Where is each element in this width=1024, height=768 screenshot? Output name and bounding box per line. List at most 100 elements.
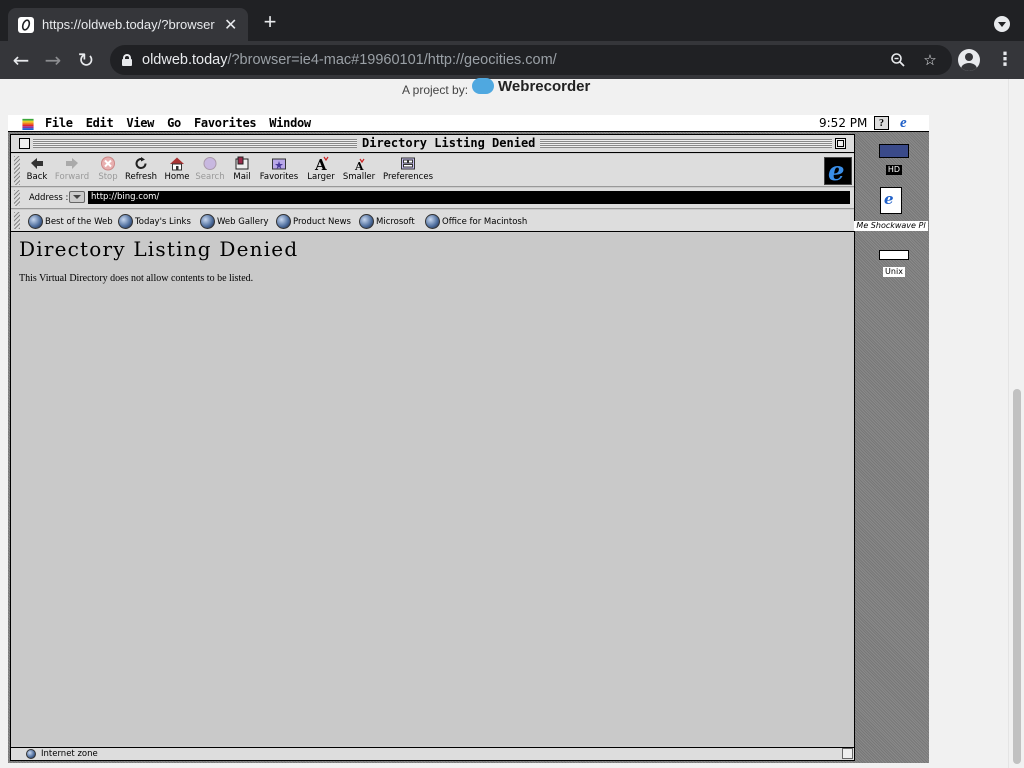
link-microsoft[interactable]: Microsoft <box>359 214 415 229</box>
window-resize-handle-icon[interactable] <box>842 748 853 759</box>
lock-icon[interactable] <box>122 54 132 66</box>
page-heading: Directory Listing Denied <box>19 237 299 261</box>
ie-stop-button[interactable]: Stop <box>97 156 119 182</box>
ie-smaller-button[interactable]: A Smaller <box>342 156 376 182</box>
application-menu-ie-icon[interactable]: e <box>900 116 916 131</box>
ie-preferences-button[interactable]: Preferences <box>381 156 435 182</box>
menu-file[interactable]: File <box>45 116 73 130</box>
url-host: oldweb.today <box>142 52 228 68</box>
bookmark-star-icon[interactable]: ☆ <box>922 52 938 68</box>
window-title: Directory Listing Denied <box>357 136 541 150</box>
address-grip[interactable] <box>14 190 20 206</box>
ie-browser-window: Directory Listing Denied Back Forward St… <box>10 134 855 761</box>
links-grip[interactable] <box>14 212 20 229</box>
link-product-news[interactable]: Product News <box>276 214 351 229</box>
url-text[interactable]: oldweb.today/?browser=ie4-mac#19960101/h… <box>142 52 557 68</box>
desktop-icon-label: HD <box>885 165 903 175</box>
desktop-icon-unix[interactable]: Unix <box>874 250 914 279</box>
forward-arrow-icon <box>66 158 78 169</box>
tab-search-icon[interactable] <box>994 16 1010 32</box>
desktop-icon-shockwave[interactable]: e Me Shockwave Pl <box>853 187 929 233</box>
reload-icon[interactable]: ↻ <box>73 47 99 73</box>
oldweb-favicon-icon <box>18 16 34 33</box>
url-path: /?browser=ie4-mac#19960101/http://geocit… <box>227 52 557 68</box>
profile-avatar-icon[interactable] <box>958 49 980 71</box>
ie-forward-button[interactable]: Forward <box>54 156 90 182</box>
ie-back-button[interactable]: Back <box>26 156 48 182</box>
menu-window[interactable]: Window <box>269 116 311 130</box>
browser-tab[interactable]: https://oldweb.today/?browser ✕ <box>8 8 248 41</box>
menu-edit[interactable]: Edit <box>86 116 114 130</box>
link-best-of-the-web[interactable]: Best of the Web <box>28 214 113 229</box>
home-label: Home <box>164 172 190 182</box>
window-zoom-box[interactable] <box>835 138 846 149</box>
mail-label: Mail <box>233 172 251 182</box>
page-scrollbar[interactable] <box>1008 79 1024 768</box>
ie-throbber-logo-icon[interactable]: e <box>824 157 852 187</box>
scrollbar-thumb[interactable] <box>1013 389 1021 764</box>
address-label: Address : <box>29 193 69 203</box>
toolbar-grip[interactable] <box>14 156 20 185</box>
link-todays-links[interactable]: Today's Links <box>118 214 191 229</box>
ie-button-bar: Back Forward Stop Refresh Home Search Ma… <box>11 154 854 187</box>
desktop-icon-label: Me Shockwave Pl <box>854 221 928 231</box>
larger-label: Larger <box>307 172 335 182</box>
globe-icon <box>276 214 291 229</box>
back-arrow-icon <box>31 158 43 169</box>
refresh-label: Refresh <box>124 172 158 182</box>
address-history-dropdown-icon[interactable] <box>69 191 85 203</box>
new-tab-button[interactable]: + <box>258 10 282 34</box>
globe-icon <box>425 214 440 229</box>
apple-menu-icon[interactable] <box>21 117 35 130</box>
search-label: Search <box>195 172 225 182</box>
ie-mail-button[interactable]: Mail <box>231 156 253 182</box>
window-title-bar[interactable]: Directory Listing Denied <box>11 135 854 153</box>
project-by-label: A project by: <box>402 83 469 97</box>
preferences-icon <box>401 157 415 170</box>
globe-icon <box>200 214 215 229</box>
preferences-label: Preferences <box>383 172 433 182</box>
window-close-box[interactable] <box>19 138 30 149</box>
ie-home-button[interactable]: Home <box>164 156 190 182</box>
page-content[interactable]: Directory Listing Denied This Virtual Di… <box>11 233 854 745</box>
link-office-for-macintosh[interactable]: Office for Macintosh <box>425 214 527 229</box>
webrecorder-logo-icon[interactable] <box>472 78 495 94</box>
link-web-gallery[interactable]: Web Gallery <box>200 214 269 229</box>
globe-icon <box>28 214 43 229</box>
ie-favorites-button[interactable]: Favorites <box>258 156 300 182</box>
ie-address-bar: Address : http://bing.com/ <box>11 188 854 209</box>
link-label: Today's Links <box>135 216 191 227</box>
browser-toolbar: ← → ↻ oldweb.today/?browser=ie4-mac#1996… <box>0 41 1024 79</box>
ie-status-bar: Internet zone <box>11 747 854 760</box>
search-globe-icon <box>203 157 217 170</box>
menu-view[interactable]: View <box>126 116 154 130</box>
smaller-label: Smaller <box>342 172 376 182</box>
emulator-screen[interactable]: File Edit View Go Favorites Window 9:52 … <box>8 115 929 763</box>
address-input[interactable]: http://bing.com/ <box>88 191 850 204</box>
mail-icon <box>235 156 249 170</box>
ie-search-button[interactable]: Search <box>195 156 225 182</box>
chrome-menu-icon[interactable]: ⋮ <box>996 50 1014 70</box>
ie-larger-button[interactable]: A Larger <box>305 156 337 182</box>
menu-clock[interactable]: 9:52 PM <box>819 116 867 130</box>
menu-favorites[interactable]: Favorites <box>194 116 257 130</box>
link-label: Best of the Web <box>45 216 113 227</box>
link-label: Microsoft <box>376 216 415 227</box>
hard-disk-icon <box>879 144 909 158</box>
address-bar[interactable]: oldweb.today/?browser=ie4-mac#19960101/h… <box>110 45 952 75</box>
forward-arrow-icon[interactable]: → <box>40 47 66 73</box>
tab-close-icon[interactable]: ✕ <box>224 16 237 33</box>
webrecorder-brand[interactable]: Webrecorder <box>498 78 590 95</box>
menu-go[interactable]: Go <box>167 116 181 130</box>
ie-refresh-button[interactable]: Refresh <box>124 156 158 182</box>
back-arrow-icon[interactable]: ← <box>8 47 34 73</box>
zoom-icon[interactable] <box>890 52 906 68</box>
smaller-font-icon: A <box>354 158 365 171</box>
desktop-icon-label: Unix <box>883 267 905 277</box>
help-menu-icon[interactable]: ? <box>874 116 889 130</box>
link-label: Product News <box>293 216 351 227</box>
link-label: Web Gallery <box>217 216 269 227</box>
mac-menu-bar: File Edit View Go Favorites Window 9:52 … <box>8 115 929 132</box>
internet-zone-globe-icon <box>26 749 36 759</box>
desktop-icon-hd[interactable]: HD <box>874 144 914 177</box>
